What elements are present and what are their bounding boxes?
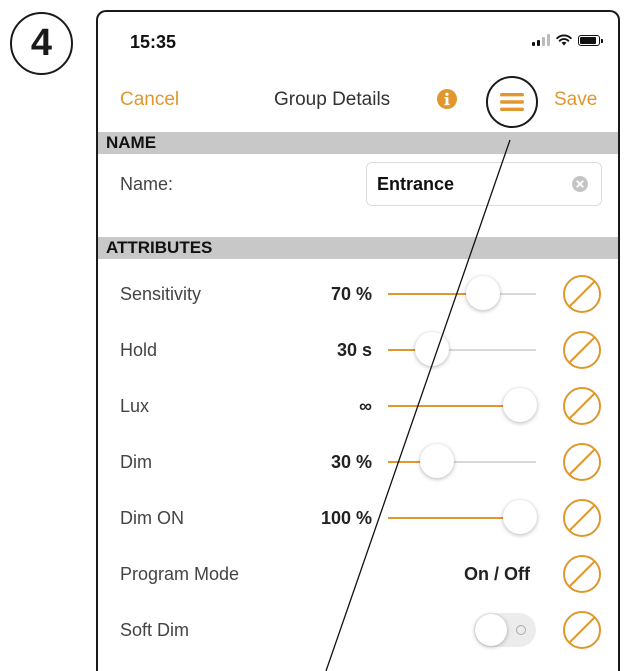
attribute-row-lux: Lux ∞ [98, 378, 618, 434]
status-icons [532, 34, 603, 46]
toggle-off-indicator [516, 625, 526, 635]
status-bar: 15:35 [98, 12, 618, 68]
menu-button[interactable] [486, 76, 538, 128]
attribute-row-hold: Hold 30 s [98, 322, 618, 378]
attribute-value: 30 % [330, 452, 372, 472]
attribute-row-soft-dim: Soft Dim [98, 602, 618, 658]
slider-thumb[interactable] [419, 444, 454, 478]
slider-thumb[interactable] [502, 500, 537, 534]
battery-icon [578, 34, 603, 46]
attribute-value: 30 s [336, 340, 372, 360]
attribute-label: Sensitivity [120, 284, 202, 304]
slider-fill [388, 405, 520, 407]
attribute-label: Program Mode [120, 564, 240, 584]
section-header-attributes: ATTRIBUTES [98, 237, 618, 259]
attribute-value: 70 % [330, 284, 372, 304]
clear-x-icon[interactable] [572, 176, 588, 192]
name-label: Name: [120, 174, 174, 194]
attribute-label: Hold [120, 340, 158, 360]
info-icon[interactable] [436, 88, 458, 110]
dim-slider[interactable] [388, 444, 536, 478]
attribute-label: Dim ON [120, 508, 184, 528]
cancel-button[interactable]: Cancel [120, 89, 179, 111]
attribute-row-dim-on: Dim ON 100 % [98, 490, 618, 546]
hamburger-menu-icon [500, 93, 524, 111]
phone-screen: 15:35 Cancel Group Details Save NAME Nam… [96, 10, 620, 671]
program-mode-value[interactable]: On / Off [464, 546, 530, 602]
slashed-circle-icon[interactable] [562, 386, 602, 426]
attribute-value: ∞ [359, 396, 372, 416]
sensitivity-slider[interactable] [388, 276, 536, 310]
toggle-knob [475, 614, 507, 646]
slashed-circle-icon[interactable] [562, 442, 602, 482]
wifi-icon [556, 34, 572, 46]
slashed-circle-icon[interactable] [562, 498, 602, 538]
slider-thumb[interactable] [415, 332, 450, 366]
slashed-circle-icon[interactable] [562, 554, 602, 594]
step-number-badge: 4 [10, 12, 73, 75]
save-button[interactable]: Save [554, 89, 597, 111]
slider-thumb[interactable] [465, 276, 500, 310]
slider-thumb[interactable] [502, 388, 537, 422]
slashed-circle-icon[interactable] [562, 610, 602, 650]
attribute-row-program-mode[interactable]: Program Mode On / Off [98, 546, 618, 602]
hold-slider[interactable] [388, 332, 536, 366]
section-header-name: NAME [98, 132, 618, 154]
attribute-label: Soft Dim [120, 620, 190, 640]
lux-slider[interactable] [388, 388, 537, 422]
navigation-bar: Cancel Group Details Save [98, 74, 618, 128]
attribute-row-dim: Dim 30 % [98, 434, 618, 490]
attribute-value: 100 % [320, 508, 372, 528]
slashed-circle-icon[interactable] [562, 274, 602, 314]
attribute-label: Lux [120, 396, 150, 416]
soft-dim-toggle[interactable] [474, 613, 536, 647]
cellular-signal-icon [532, 34, 550, 46]
dim-on-slider[interactable] [388, 500, 537, 534]
page-title: Group Details [274, 89, 391, 110]
status-time: 15:35 [130, 32, 177, 52]
slashed-circle-icon[interactable] [562, 330, 602, 370]
name-input[interactable] [366, 162, 602, 206]
attribute-label: Dim [120, 452, 152, 472]
slider-fill [388, 517, 520, 519]
attribute-row-sensitivity: Sensitivity 70 % [98, 266, 618, 322]
